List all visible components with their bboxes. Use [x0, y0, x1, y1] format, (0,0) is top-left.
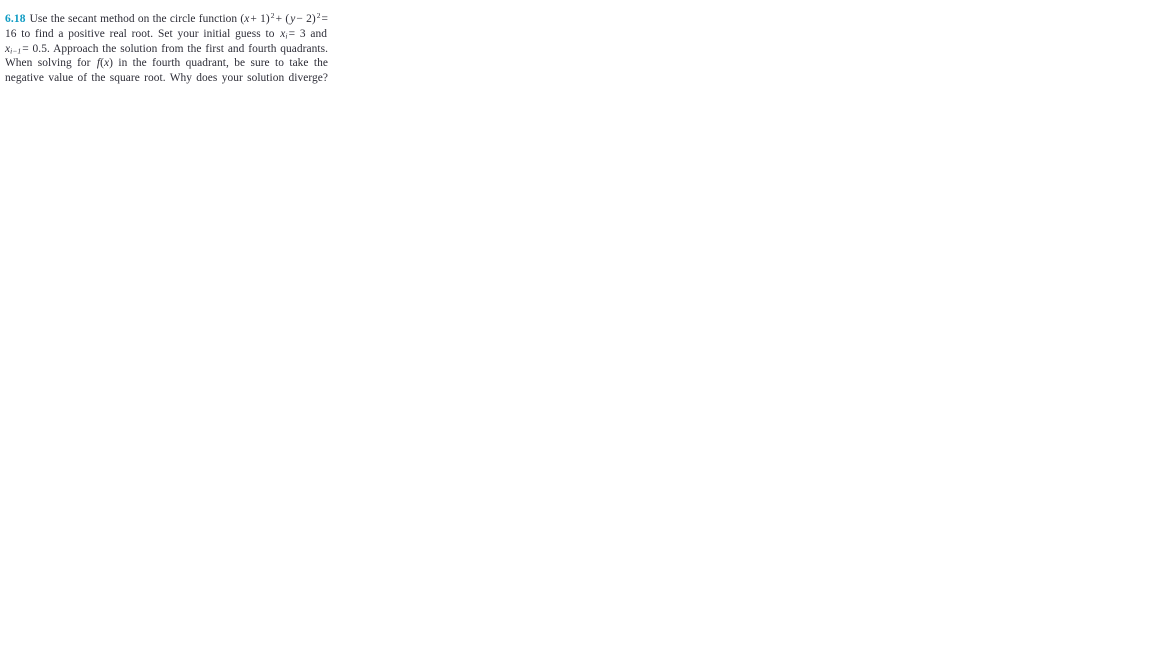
exercise-paragraph: 6.18 Use the secant method on the circle …: [5, 12, 328, 100]
exercise-text-part-3: + (: [275, 13, 290, 26]
document-page: 6.18 Use the secant method on the circle …: [0, 0, 1152, 648]
exercise-text-part-4: − 2): [296, 13, 316, 26]
exercise-text-part-1: Use the secant method on the circle func…: [29, 13, 245, 26]
exponent-two-b: 2: [316, 11, 321, 21]
exercise-text-part-6: = 3 and: [288, 28, 327, 41]
exercise-number: 6.18: [5, 13, 26, 26]
subscript-i-minus-1: i−1: [10, 46, 22, 56]
exercise-text-part-2: + 1): [250, 13, 270, 26]
